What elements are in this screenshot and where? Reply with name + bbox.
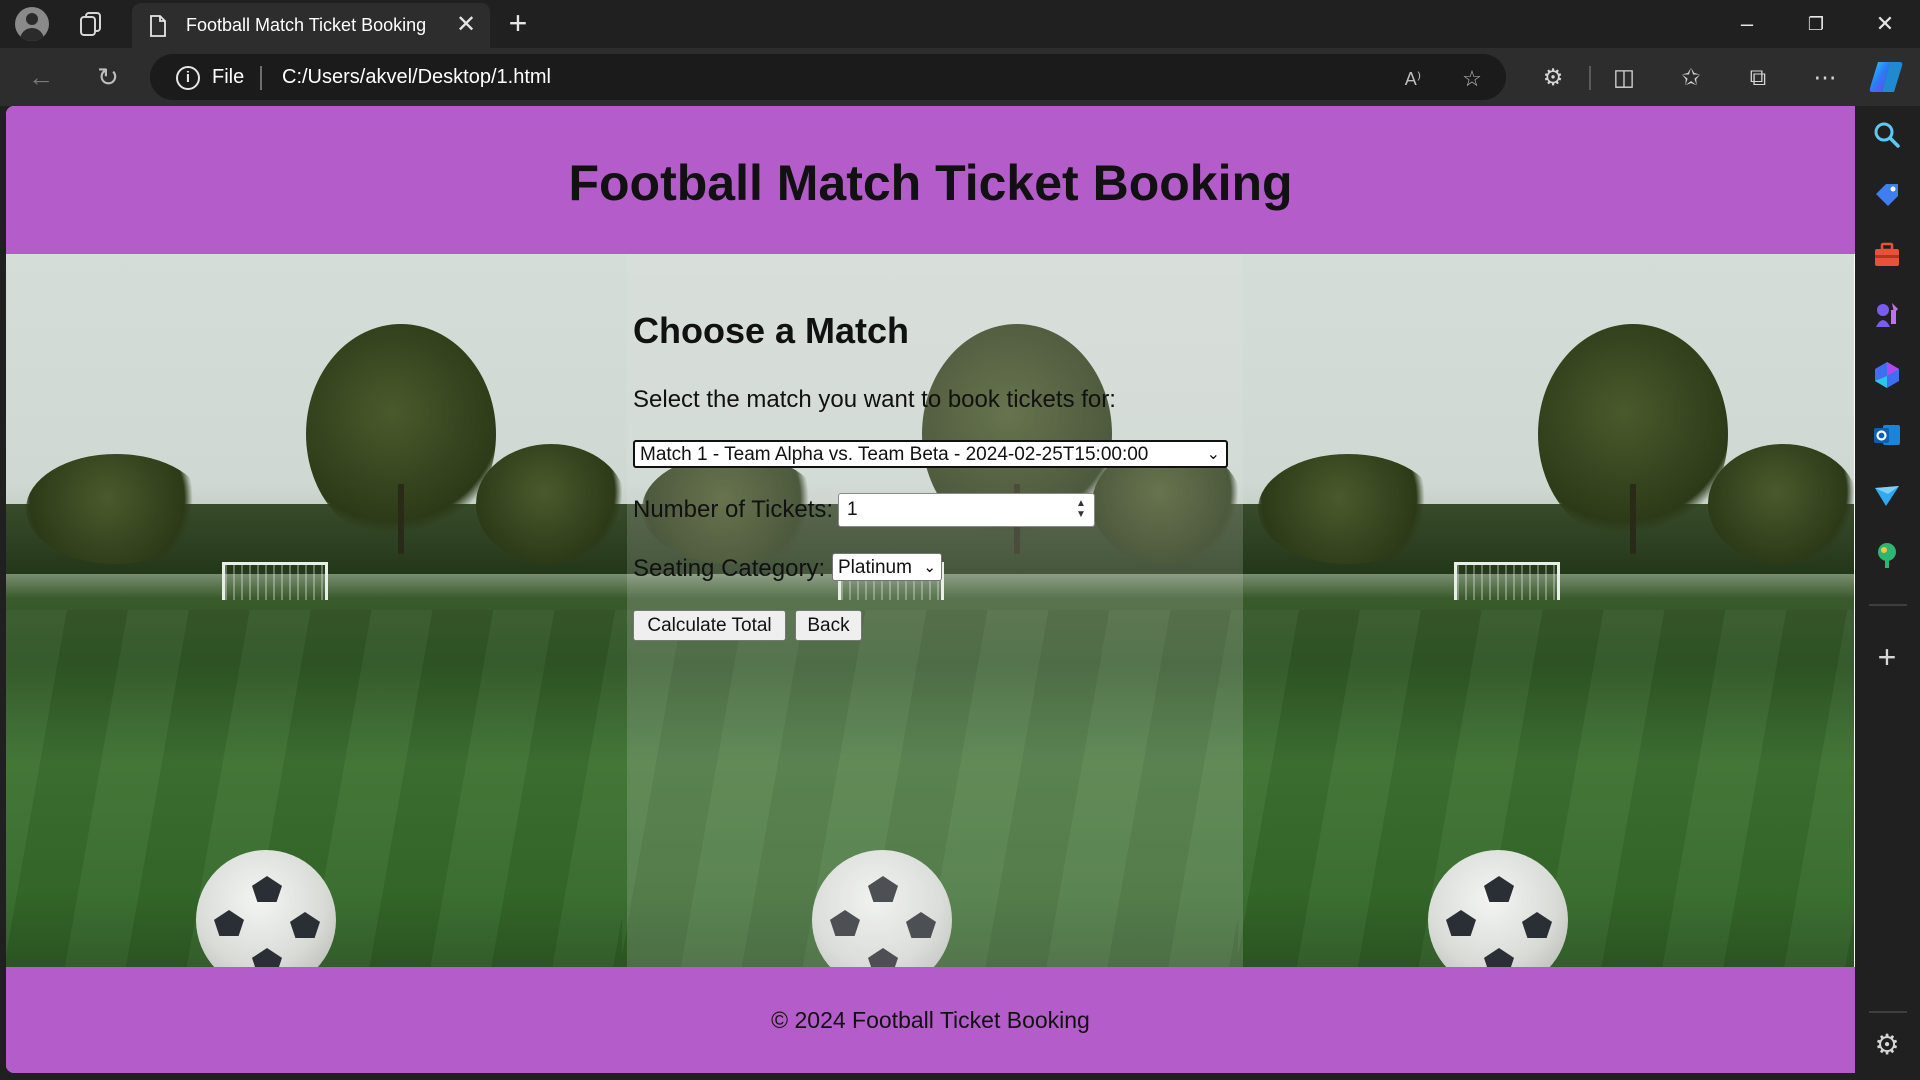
drop-icon[interactable]	[1872, 480, 1902, 510]
search-icon[interactable]	[1872, 120, 1902, 150]
background-image-tile	[1238, 254, 1855, 1073]
window-bottom-edge	[0, 1073, 1855, 1080]
title-bar: Football Match Ticket Booking ✕ + – ❐ ✕	[0, 0, 1920, 48]
address-url[interactable]: C:/Users/akvel/Desktop/1.html	[282, 66, 551, 89]
sidebar-divider	[1869, 604, 1907, 606]
section-heading: Choose a Match	[633, 310, 909, 352]
back-icon[interactable]: ←	[24, 60, 58, 94]
tickets-value: 1	[847, 499, 858, 520]
split-screen-icon[interactable]: ◫	[1609, 62, 1639, 92]
sidebar-divider-bottom	[1869, 1011, 1907, 1013]
background-image-tile	[6, 254, 626, 1073]
address-bar[interactable]: i File C:/Users/akvel/Desktop/1.html A⁾ …	[150, 54, 1506, 100]
copilot-icon[interactable]	[1868, 60, 1904, 94]
extensions-icon[interactable]: ⚙	[1538, 62, 1568, 92]
favorites-icon[interactable]: ✩	[1676, 62, 1706, 92]
tools-icon[interactable]	[1872, 240, 1902, 270]
info-icon[interactable]: i	[176, 66, 200, 90]
new-tab-button[interactable]: +	[502, 7, 534, 40]
workspaces-icon[interactable]	[78, 11, 106, 37]
page-viewport: Football Match Ticket Booking Choose a M…	[6, 106, 1855, 1073]
tickets-label: Number of Tickets:	[633, 496, 834, 523]
spinner-icon[interactable]: ▲ ▼	[1074, 498, 1088, 522]
more-icon[interactable]: ⋯	[1810, 62, 1840, 92]
read-aloud-icon[interactable]: A⁾	[1400, 66, 1426, 92]
match-select[interactable]: Match 1 - Team Alpha vs. Team Beta - 202…	[633, 440, 1228, 468]
games-icon[interactable]	[1872, 300, 1902, 330]
restore-button[interactable]: ❐	[1796, 8, 1836, 40]
minimize-button[interactable]: –	[1727, 8, 1767, 40]
page-icon	[150, 15, 166, 37]
close-window-button[interactable]: ✕	[1865, 8, 1905, 40]
toolbar-separator	[1589, 66, 1591, 90]
tab-title: Football Match Ticket Booking	[186, 15, 427, 35]
match-select-value: Match 1 - Team Alpha vs. Team Beta - 202…	[640, 444, 1149, 465]
seating-select-value: Platinum	[838, 557, 912, 578]
refresh-icon[interactable]: ↻	[91, 60, 125, 94]
match-prompt: Select the match you want to book ticket…	[633, 386, 1116, 413]
seating-select[interactable]: Platinum ⌄	[832, 553, 942, 581]
browser-tab[interactable]: Football Match Ticket Booking ✕	[132, 3, 490, 48]
page-title: Football Match Ticket Booking	[568, 155, 1293, 211]
shopping-icon[interactable]	[1872, 180, 1902, 210]
favorite-icon[interactable]: ☆	[1459, 66, 1485, 92]
profile-avatar-icon[interactable]	[15, 7, 49, 41]
calculate-total-button[interactable]: Calculate Total	[633, 610, 786, 641]
designer-icon[interactable]	[1872, 540, 1902, 570]
back-button[interactable]: Back	[795, 610, 862, 641]
microsoft365-icon[interactable]	[1872, 360, 1902, 390]
address-scheme: File	[212, 66, 245, 88]
seating-label: Seating Category:	[633, 555, 826, 582]
form-panel	[627, 254, 1243, 1073]
add-icon[interactable]: +	[1872, 641, 1902, 673]
page-footer: © 2024 Football Ticket Booking	[6, 967, 1855, 1073]
footer-text: © 2024 Football Ticket Booking	[771, 1007, 1090, 1033]
hero-section	[6, 254, 1855, 1073]
settings-icon[interactable]: ⚙	[1872, 1030, 1902, 1060]
chevron-down-icon: ⌄	[1206, 446, 1220, 463]
page-header: Football Match Ticket Booking	[6, 106, 1855, 254]
section-title: Choose a Match	[633, 310, 910, 351]
browser-sidebar: + ⚙	[1855, 106, 1920, 1080]
collections-icon[interactable]: ⧉	[1743, 62, 1773, 92]
chevron-down-icon: ⌄	[923, 559, 936, 576]
address-separator	[260, 66, 262, 90]
close-tab-icon[interactable]: ✕	[454, 13, 478, 37]
outlook-icon[interactable]	[1872, 420, 1902, 450]
tickets-input[interactable]: 1 ▲ ▼	[838, 493, 1095, 527]
